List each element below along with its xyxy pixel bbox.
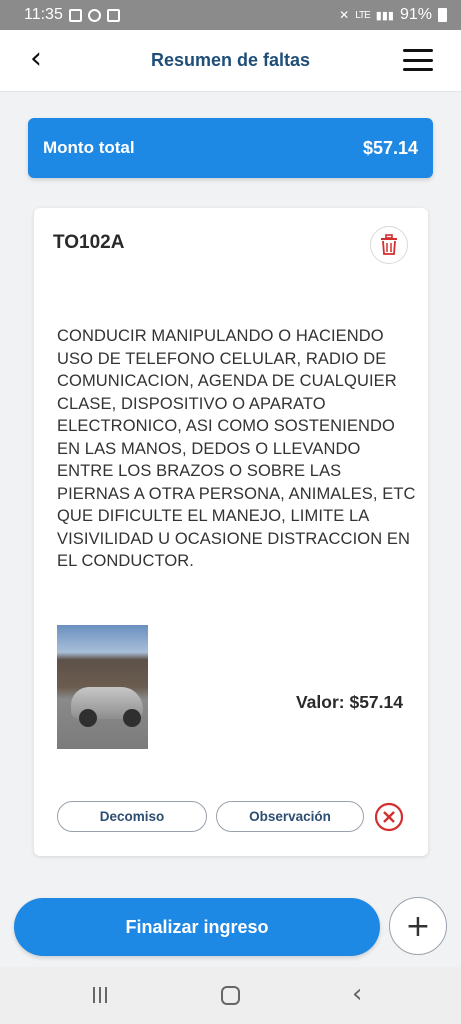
recents-icon[interactable] bbox=[93, 987, 107, 1003]
total-label: Monto total bbox=[43, 138, 135, 157]
infraction-card: TO102A CONDUCIR MANIPULANDO O HACIENDO U… bbox=[34, 208, 428, 856]
delete-button[interactable] bbox=[370, 226, 408, 264]
status-time: 11:35 bbox=[24, 6, 63, 23]
infraction-value: Valor: $57.14 bbox=[295, 692, 403, 712]
battery-icon bbox=[438, 8, 447, 22]
signal-icon: ▮▮▮ bbox=[375, 9, 394, 22]
status-bar: 11:35 ✕ LTE ▮▮▮ 91% bbox=[0, 0, 461, 30]
observacion-button[interactable]: Observación bbox=[216, 801, 364, 832]
decomiso-button[interactable]: Decomiso bbox=[57, 801, 207, 832]
total-bar: Monto total $57.14 bbox=[28, 118, 433, 178]
recents-bar bbox=[105, 987, 107, 1003]
recents-bar bbox=[93, 987, 95, 1003]
status-right: ✕ LTE ▮▮▮ 91% bbox=[339, 6, 447, 24]
total-amount: $57.14 bbox=[362, 137, 418, 158]
home-icon[interactable] bbox=[221, 986, 240, 1005]
recents-bar bbox=[99, 987, 101, 1003]
add-button[interactable]: + bbox=[389, 897, 447, 955]
menu-line bbox=[403, 68, 433, 71]
wheel-shape bbox=[123, 709, 141, 727]
battery-percent: 91% bbox=[399, 6, 432, 23]
app-header: ‹ Resumen de faltas bbox=[0, 30, 461, 92]
menu-icon[interactable] bbox=[403, 49, 433, 71]
evidence-photo[interactable] bbox=[57, 625, 148, 749]
app-notification-icon bbox=[106, 8, 120, 22]
menu-line bbox=[403, 49, 433, 52]
back-icon[interactable]: ‹ bbox=[30, 44, 42, 74]
menu-line bbox=[403, 58, 433, 62]
trash-icon bbox=[381, 234, 397, 255]
system-nav-bar: ‹ bbox=[0, 967, 461, 1024]
infraction-description: CONDUCIR MANIPULANDO O HACIENDO USO DE T… bbox=[57, 327, 416, 570]
network-type: LTE bbox=[355, 9, 371, 21]
finalize-button[interactable]: Finalizar ingreso bbox=[14, 898, 380, 956]
mute-icon: ✕ bbox=[339, 8, 350, 22]
page-title: Resumen de faltas bbox=[150, 50, 311, 70]
infraction-code: TO102A bbox=[53, 232, 125, 253]
whatsapp-icon bbox=[87, 8, 101, 22]
nav-back-icon[interactable]: ‹ bbox=[352, 979, 362, 1009]
wheel-shape bbox=[79, 709, 97, 727]
remove-circle-icon[interactable] bbox=[374, 802, 404, 832]
gallery-icon bbox=[68, 8, 82, 22]
status-left: 11:35 bbox=[24, 6, 120, 24]
